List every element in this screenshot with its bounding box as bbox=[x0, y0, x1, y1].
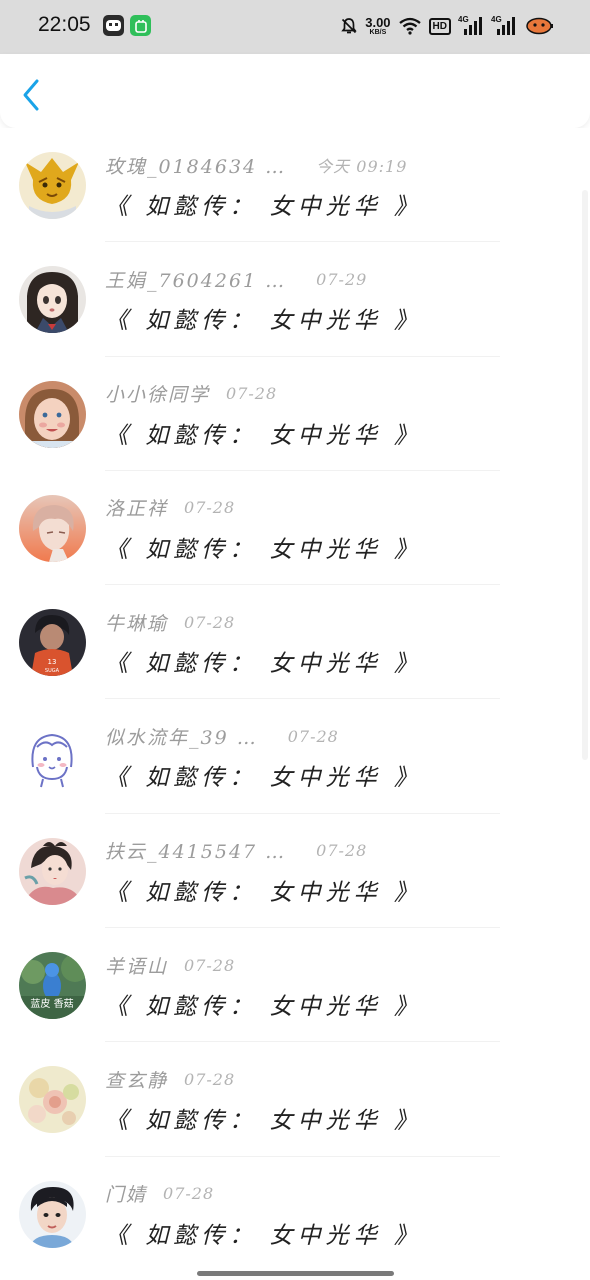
battery-icon bbox=[524, 16, 554, 36]
hd-badge: HD bbox=[428, 17, 451, 35]
svg-text:13: 13 bbox=[48, 658, 57, 666]
wifi-icon bbox=[398, 17, 422, 35]
app-header bbox=[0, 54, 590, 128]
message-meta: 查玄静 07-28 bbox=[105, 1066, 235, 1092]
list-item[interactable]: 洛正祥 07-28 《 如懿传： 女中光华 》 bbox=[0, 471, 590, 586]
child-avatar[interactable] bbox=[19, 380, 86, 448]
avatar-caption: 蓝皮 香菇 bbox=[30, 997, 73, 1010]
home-indicator[interactable] bbox=[197, 1271, 394, 1276]
anime-boy-sunset-avatar[interactable] bbox=[19, 494, 86, 562]
list-item[interactable]: 13 SUGA 牛琳瑜 07-28 《 如懿传： 女中光华 》 bbox=[0, 585, 590, 700]
chevron-left-icon bbox=[23, 79, 39, 111]
list-item[interactable]: 蓝皮 香菇 羊语山 07-28 《 如懿传： 女中光华 》 bbox=[0, 928, 590, 1043]
sender-name: 扶云_4415547 … bbox=[105, 841, 287, 864]
signal-icon: 4G bbox=[458, 15, 484, 36]
message-time: 07-28 bbox=[184, 1069, 236, 1089]
message-meta: 牛琳瑜 07-28 bbox=[105, 609, 235, 635]
message-meta: 洛正祥 07-28 bbox=[105, 495, 235, 521]
message-meta: 扶云_4415547 … 07-28 bbox=[105, 838, 367, 864]
message-text: 《 如懿传： 女中光华 》 bbox=[105, 1108, 422, 1135]
message-meta: 王娟_7604261 … 07-29 bbox=[105, 266, 367, 292]
portrait-avatar[interactable] bbox=[19, 1180, 86, 1248]
message-text: 《 如懿传： 女中光华 》 bbox=[105, 422, 422, 449]
chat-app-icon bbox=[103, 15, 124, 36]
message-time: 07-28 bbox=[184, 955, 236, 975]
sender-name: 小小徐同学 bbox=[105, 384, 211, 407]
message-text: 《 如懿传： 女中光华 》 bbox=[105, 1222, 422, 1249]
message-text: 《 如懿传： 女中光华 》 bbox=[105, 194, 422, 220]
network-speed: 3.00 KB/S bbox=[365, 15, 391, 36]
signal-icon-2: 4G bbox=[491, 15, 517, 36]
message-time: 07-29 bbox=[316, 269, 368, 289]
sender-name: 玫瑰_0184634 … bbox=[105, 155, 287, 178]
sender-name: 门婧 bbox=[105, 1184, 148, 1207]
golden-fox-avatar[interactable] bbox=[19, 152, 86, 219]
back-button[interactable] bbox=[18, 78, 46, 112]
list-item[interactable]: 小小徐同学 07-28 《 如懿传： 女中光华 》 bbox=[0, 357, 590, 471]
message-meta: 门婧 07-28 bbox=[105, 1181, 214, 1207]
scrollbar[interactable] bbox=[582, 190, 588, 760]
green-app-icon bbox=[130, 15, 151, 36]
message-text: 《 如懿传： 女中光华 》 bbox=[105, 879, 422, 906]
painted-lady-avatar[interactable] bbox=[19, 837, 86, 905]
list-item[interactable]: 查玄静 07-28 《 如懿传： 女中光华 》 bbox=[0, 1042, 590, 1157]
status-bar: 22:05 3.00 KB/S HD 4G 4G bbox=[0, 0, 590, 54]
message-time: 07-28 bbox=[184, 612, 236, 632]
jersey-avatar[interactable]: 13 SUGA bbox=[19, 609, 86, 677]
svg-text:SUGA: SUGA bbox=[45, 668, 60, 674]
message-text: 《 如懿传： 女中光华 》 bbox=[105, 994, 422, 1021]
message-text: 《 如懿传： 女中光华 》 bbox=[105, 536, 422, 563]
message-time: 07-28 bbox=[163, 1184, 215, 1204]
doodle-girl-avatar[interactable] bbox=[19, 723, 86, 791]
anime-girl-avatar[interactable] bbox=[19, 266, 86, 334]
message-meta: 玫瑰_0184634 … 今天 09:19 bbox=[105, 152, 407, 178]
sender-name: 洛正祥 bbox=[105, 498, 169, 521]
sender-name: 王娟_7604261 … bbox=[105, 269, 287, 292]
bell-muted-icon bbox=[340, 17, 358, 35]
message-time: 07-28 bbox=[226, 384, 278, 404]
sender-name: 似水流年_39 … bbox=[105, 726, 258, 749]
message-meta: 羊语山 07-28 bbox=[105, 952, 235, 978]
message-text: 《 如懿传： 女中光华 》 bbox=[105, 765, 422, 792]
list-item[interactable]: 门婧 07-28 《 如懿传： 女中光华 》 bbox=[0, 1157, 590, 1268]
sender-name: 羊语山 bbox=[105, 955, 169, 978]
list-item[interactable]: 玫瑰_0184634 … 今天 09:19 《 如懿传： 女中光华 》 bbox=[0, 128, 590, 243]
message-text: 《 如懿传： 女中光华 》 bbox=[105, 308, 422, 335]
message-text: 《 如懿传： 女中光华 》 bbox=[105, 651, 422, 678]
message-time: 07-28 bbox=[316, 841, 368, 861]
list-item[interactable]: 扶云_4415547 … 07-28 《 如懿传： 女中光华 》 bbox=[0, 814, 590, 929]
message-time: 07-28 bbox=[287, 726, 339, 746]
flower-avatar[interactable] bbox=[19, 1066, 86, 1134]
message-meta: 似水流年_39 … 07-28 bbox=[105, 723, 339, 749]
sender-name: 牛琳瑜 bbox=[105, 612, 169, 635]
sender-name: 查玄静 bbox=[105, 1069, 169, 1092]
list-item[interactable]: 王娟_7604261 … 07-29 《 如懿传： 女中光华 》 bbox=[0, 242, 590, 357]
status-time: 22:05 bbox=[38, 13, 91, 36]
blue-figure-avatar[interactable]: 蓝皮 香菇 bbox=[19, 952, 86, 1020]
list-item[interactable]: 似水流年_39 … 07-28 《 如懿传： 女中光华 》 bbox=[0, 699, 590, 814]
message-meta: 小小徐同学 07-28 bbox=[105, 381, 277, 407]
message-list[interactable]: 玫瑰_0184634 … 今天 09:19 《 如懿传： 女中光华 》 王娟_7… bbox=[0, 128, 590, 1268]
message-time: 今天 09:19 bbox=[316, 157, 408, 176]
message-time: 07-28 bbox=[184, 498, 236, 518]
